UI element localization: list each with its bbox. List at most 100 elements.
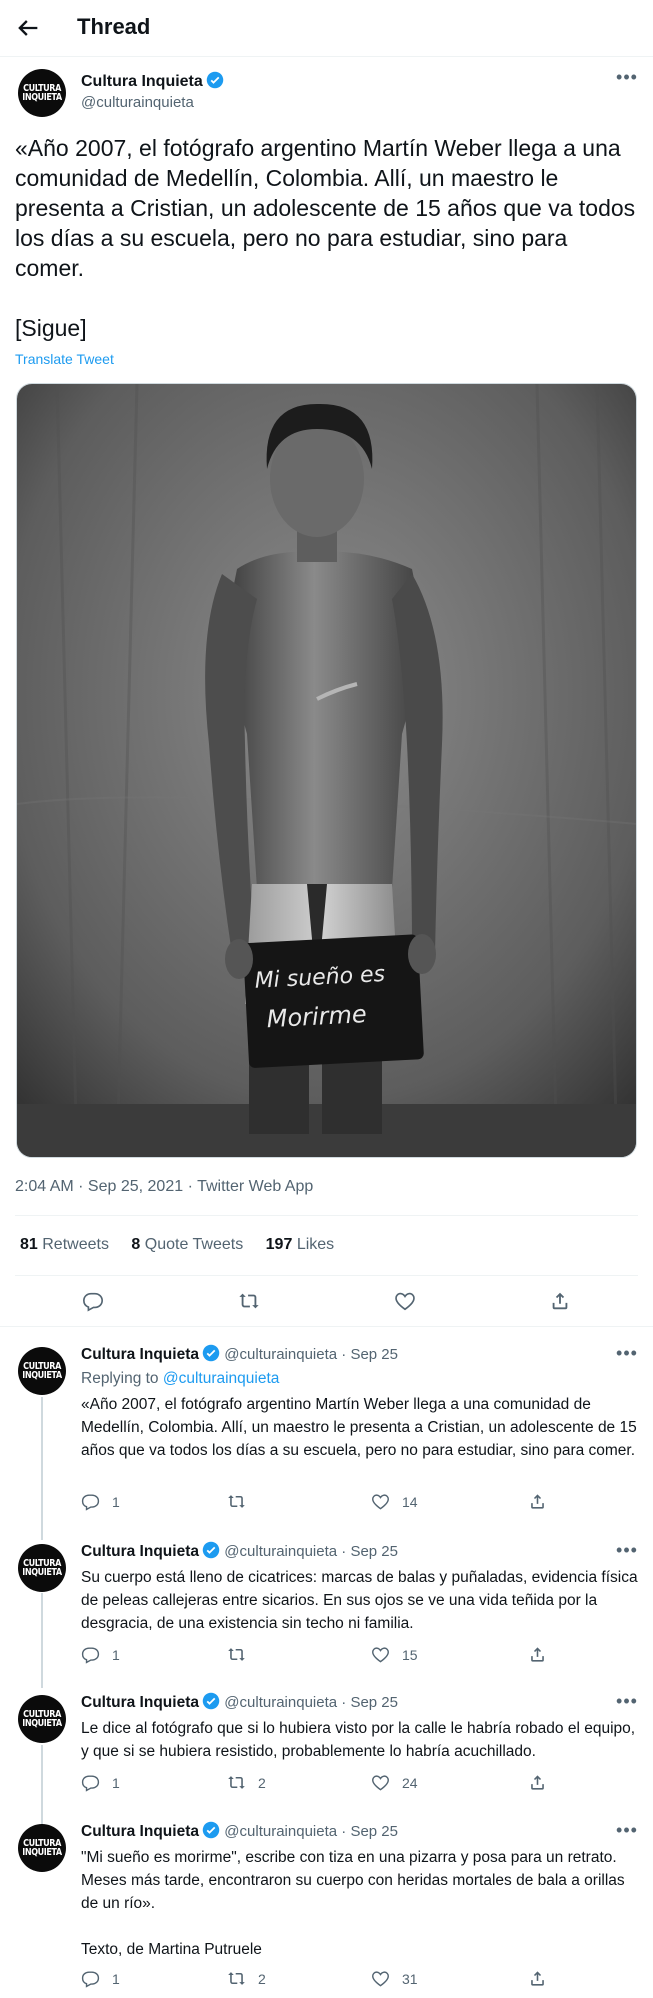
avatar-label: CULTURA INQUIETA [22, 83, 62, 103]
like-count[interactable]: 24 [371, 1773, 418, 1792]
share-icon [531, 1647, 544, 1662]
tweet-stats: 81 Retweets 8 Quote Tweets 197 Likes [20, 1236, 352, 1254]
verified-badge-icon [202, 1692, 220, 1710]
reply-header: Cultura Inquieta @culturainquieta · Sep … [81, 1541, 398, 1560]
like-count[interactable]: 31 [371, 1969, 418, 1988]
avatar-label: CULTURA INQUIETA [22, 1558, 62, 1578]
retweet-icon [228, 1972, 245, 1985]
share-button[interactable] [528, 1492, 559, 1511]
retweet-count[interactable] [227, 1492, 258, 1511]
reply-icon [81, 1971, 100, 1988]
photo-illustration: Mi sueño es Morirme [17, 384, 636, 1157]
more-options-icon[interactable]: ••• [614, 1821, 640, 1845]
verified-badge-icon [202, 1344, 220, 1362]
verified-badge-icon [206, 71, 224, 89]
avatar[interactable]: CULTURA INQUIETA [18, 1347, 66, 1395]
author-handle[interactable]: @culturainquieta [224, 1823, 337, 1840]
author-handle[interactable]: @culturainquieta [224, 1346, 337, 1363]
retweet-icon [228, 1776, 245, 1789]
quote-tweets-stat[interactable]: 8 Quote Tweets [131, 1236, 243, 1253]
author-handle[interactable]: @culturainquieta [224, 1694, 337, 1711]
retweet-count[interactable]: 2 [227, 1969, 266, 1988]
tweet-meta: 2:04 AM · Sep 25, 2021 · Twitter Web App [15, 1178, 314, 1195]
avatar[interactable]: CULTURA INQUIETA [18, 1824, 66, 1872]
divider [0, 1326, 653, 1327]
author-name[interactable]: Cultura Inquieta [81, 1346, 199, 1363]
tweet-text: «Año 2007, el fotógrafo argentino Martín… [15, 135, 636, 341]
reply-header: Cultura Inquieta @culturainquieta · Sep … [81, 1821, 398, 1840]
share-button[interactable] [528, 1645, 559, 1664]
tweet-source[interactable]: Twitter Web App [197, 1178, 313, 1195]
thread-header: Thread [0, 0, 653, 57]
avatar[interactable]: CULTURA INQUIETA [18, 1695, 66, 1743]
retweets-stat[interactable]: 81 Retweets [20, 1236, 109, 1253]
divider [15, 1215, 638, 1216]
reply-header: Cultura Inquieta @culturainquieta · Sep … [81, 1692, 398, 1711]
more-options-icon[interactable]: ••• [614, 1692, 640, 1716]
retweet-count[interactable] [227, 1645, 258, 1664]
like-count[interactable]: 15 [371, 1645, 418, 1664]
thread-connector [41, 1397, 43, 1540]
like-count[interactable]: 14 [371, 1492, 418, 1511]
page-title: Thread [77, 14, 151, 39]
author-name[interactable]: Cultura Inquieta [81, 1694, 199, 1711]
share-icon [531, 1494, 544, 1509]
share-icon [531, 1775, 544, 1790]
share-icon[interactable] [545, 1286, 575, 1316]
more-options-icon[interactable]: ••• [614, 1541, 640, 1565]
tweet-date[interactable]: Sep 25, 2021 [88, 1178, 183, 1195]
author-name[interactable]: Cultura Inquieta [81, 1823, 199, 1840]
chalkboard-text-2: Morirme [266, 1000, 367, 1033]
reply-text: «Año 2007, el fotógrafo argentino Martín… [81, 1396, 637, 1459]
reply-count[interactable]: 1 [81, 1773, 120, 1792]
reply-text: "Mi sueño es morirme", escribe con tiza … [81, 1849, 625, 1958]
avatar-label: CULTURA INQUIETA [22, 1838, 62, 1858]
author-handle[interactable]: @culturainquieta [81, 94, 224, 111]
author-handle[interactable]: @culturainquieta [224, 1543, 337, 1560]
thread-connector [41, 1745, 43, 1825]
reply-count[interactable]: 1 [81, 1645, 120, 1664]
avatar[interactable]: CULTURA INQUIETA [18, 1544, 66, 1592]
replying-to: Replying to @culturainquieta [81, 1370, 280, 1387]
avatar-label: CULTURA INQUIETA [22, 1361, 62, 1381]
likes-stat[interactable]: 197 Likes [266, 1236, 335, 1253]
tweet-time[interactable]: 2:04 AM [15, 1178, 74, 1195]
tweet-photo[interactable]: Mi sueño es Morirme [16, 383, 637, 1158]
reply-icon [81, 1647, 100, 1664]
retweet-icon[interactable] [234, 1286, 264, 1316]
reply-date[interactable]: Sep 25 [350, 1694, 398, 1711]
more-options-icon[interactable]: ••• [614, 68, 640, 92]
reply-count[interactable]: 1 [81, 1969, 120, 1988]
like-icon [372, 1775, 389, 1791]
share-icon [531, 1971, 544, 1986]
like-icon [372, 1647, 389, 1663]
reply-date[interactable]: Sep 25 [350, 1543, 398, 1560]
reply-icon [81, 1775, 100, 1792]
reply-icon [81, 1494, 100, 1511]
like-icon[interactable] [390, 1286, 420, 1316]
retweet-icon [228, 1495, 245, 1508]
share-button[interactable] [528, 1773, 559, 1792]
verified-badge-icon [202, 1821, 220, 1839]
reply-date[interactable]: Sep 25 [350, 1346, 398, 1363]
reply-icon[interactable] [78, 1286, 108, 1316]
translate-tweet-link[interactable]: Translate Tweet [15, 351, 114, 367]
share-button[interactable] [528, 1969, 559, 1988]
author-name[interactable]: Cultura Inquieta [81, 73, 203, 90]
author-block: Cultura Inquieta @culturainquieta [81, 71, 224, 111]
avatar-label: CULTURA INQUIETA [22, 1709, 62, 1729]
reply-header: Cultura Inquieta @culturainquieta · Sep … [81, 1344, 398, 1363]
replying-to-link[interactable]: @culturainquieta [163, 1370, 280, 1387]
reply-text: Le dice al fotógrafo que si lo hubiera v… [81, 1720, 636, 1760]
reply-text: Su cuerpo está lleno de cicatrices: marc… [81, 1569, 638, 1632]
divider [15, 1275, 638, 1276]
reply-count[interactable]: 1 [81, 1492, 120, 1511]
retweet-count[interactable]: 2 [227, 1773, 266, 1792]
more-options-icon[interactable]: ••• [614, 1344, 640, 1368]
reply-date[interactable]: Sep 25 [350, 1823, 398, 1840]
avatar[interactable]: CULTURA INQUIETA [18, 69, 66, 117]
back-arrow-icon[interactable] [14, 14, 42, 42]
author-name[interactable]: Cultura Inquieta [81, 1543, 199, 1560]
thread-connector [41, 1593, 43, 1688]
retweet-icon [228, 1648, 245, 1661]
